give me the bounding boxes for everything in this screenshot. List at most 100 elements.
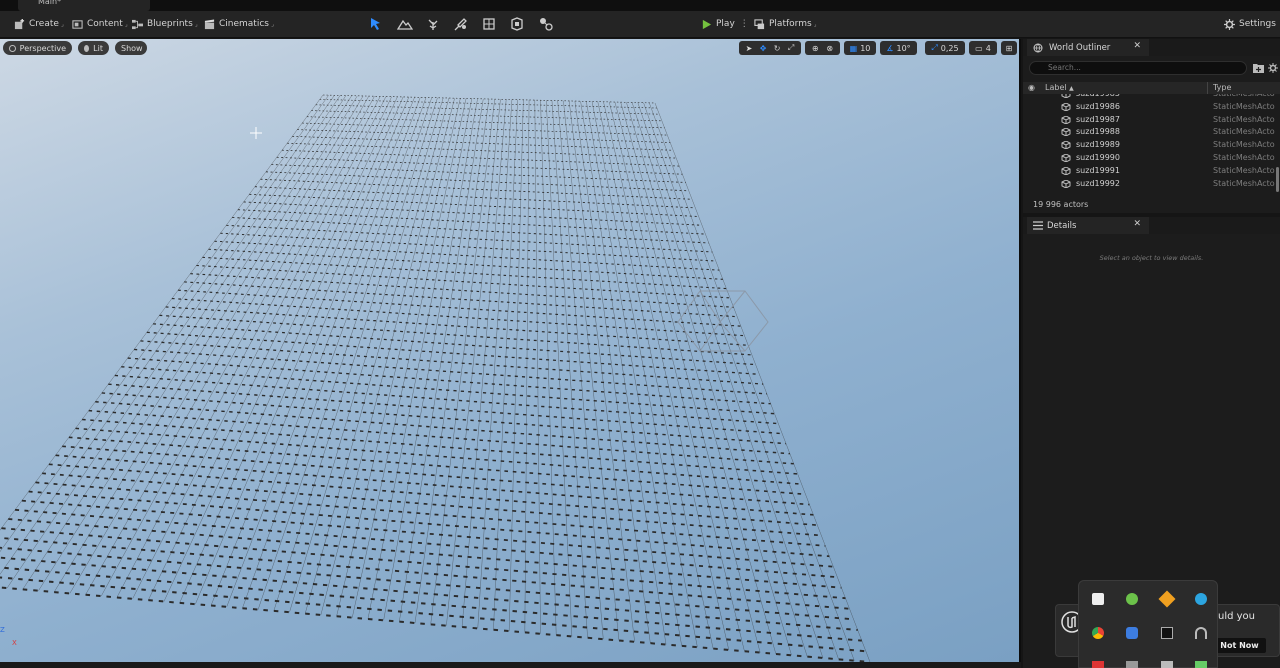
animation-mode-icon[interactable] [538, 16, 554, 32]
rotation-snap-button[interactable]: ∡ 10° [880, 41, 917, 55]
content-button[interactable]: Content ⌟ [72, 15, 128, 33]
tray-chrome-icon[interactable] [1092, 627, 1104, 639]
cinematics-button[interactable]: Cinematics ⌟ [204, 15, 274, 33]
table-row[interactable]: suzd19988 StaticMeshActo [1023, 126, 1280, 139]
landscape-mode-icon[interactable] [397, 16, 413, 32]
perspective-button[interactable]: Perspective [3, 41, 72, 55]
camera-speed-value: 4 [985, 43, 991, 53]
mesh-row [0, 576, 866, 653]
row-label: suzd19991 [1076, 165, 1120, 175]
outliner-scrollbar[interactable] [1276, 167, 1279, 192]
content-label: Content [87, 19, 123, 29]
translate-tool-icon[interactable]: ✥ [760, 44, 767, 53]
col-type-header[interactable]: Type [1213, 83, 1231, 92]
tray-speaker-icon[interactable] [1161, 661, 1173, 668]
tray-nvidia-icon[interactable] [1195, 661, 1207, 668]
brush-edit-icon[interactable] [509, 16, 525, 32]
row-type: StaticMeshActo [1213, 153, 1275, 162]
row-type: StaticMeshActo [1213, 101, 1275, 111]
angle-icon: ∡ [886, 43, 894, 53]
grid-snap-button[interactable]: ▦ 10 [844, 41, 876, 55]
rotation-snap-value: 10° [896, 43, 911, 53]
settings-button[interactable]: Settings [1224, 15, 1276, 33]
table-row[interactable]: suzd19991 StaticMeshActo [1023, 165, 1280, 178]
mesh-column [631, 102, 808, 657]
blueprint-icon [132, 19, 143, 29]
platforms-label: Platforms [769, 19, 812, 29]
tray-wifi-icon[interactable] [1195, 627, 1207, 639]
table-row[interactable]: suzd19989 StaticMeshActo [1023, 139, 1280, 152]
level-viewport[interactable]: Perspective Lit Show ➤ ✥ ↻ ⤢ ⊕ ⊗ ▦ 10 ∡ 10… [0, 39, 1021, 662]
sort-ascending-icon: ▲ [1069, 85, 1074, 92]
mesh-column [637, 102, 824, 659]
viewport-layout-button[interactable]: ⊞ [1001, 41, 1017, 55]
mesh-row [0, 586, 871, 662]
static-mesh-icon [1061, 141, 1071, 150]
visibility-eye-icon[interactable]: ◉ [1028, 83, 1035, 92]
not-now-button[interactable]: Not Now [1213, 638, 1266, 653]
tray-app-icon[interactable] [1126, 661, 1138, 668]
tray-avast-icon[interactable] [1158, 590, 1176, 608]
platforms-button[interactable]: Platforms ⌟ [754, 15, 816, 33]
mesh-column [591, 101, 698, 648]
select-tool-icon[interactable]: ➤ [746, 44, 753, 53]
outliner-settings-gear-icon[interactable] [1268, 63, 1278, 73]
world-outliner-tab[interactable]: World Outliner ✕ [1027, 39, 1149, 56]
col-label-header[interactable]: Label ▲ [1045, 83, 1074, 92]
mesh-column [22, 95, 347, 590]
mesh-column [414, 98, 490, 624]
scale-snap-button[interactable]: ⤢ 0,25 [925, 41, 965, 55]
table-row[interactable]: suzd19992 StaticMeshActo [1023, 178, 1280, 191]
row-label: suzd19992 [1076, 178, 1120, 188]
tray-red-app-icon[interactable] [1092, 661, 1104, 668]
world-space-icon[interactable]: ⊕ [812, 44, 819, 53]
rotate-tool-icon[interactable]: ↻ [774, 44, 781, 53]
table-row[interactable]: suzd19987 StaticMeshActo [1023, 114, 1280, 127]
blueprints-button[interactable]: Blueprints ⌟ [132, 15, 198, 33]
tray-shield-icon[interactable] [1092, 593, 1104, 605]
details-tab[interactable]: Details ✕ [1027, 217, 1149, 234]
scale-tool-icon[interactable]: ⤢ [788, 43, 794, 53]
level-tab-main[interactable]: Main* [18, 0, 150, 11]
fracture-icon[interactable] [481, 16, 497, 32]
surface-snap-icon[interactable]: ⊗ [826, 44, 833, 53]
table-row[interactable]: suzd19990 StaticMeshActo [1023, 152, 1280, 165]
actor-count-label: 19 996 actors [1033, 200, 1089, 209]
outliner-column-header: ◉ Label ▲ Type [1023, 82, 1280, 94]
lit-button[interactable]: Lit [78, 41, 109, 55]
table-row[interactable]: suzd19986 StaticMeshActo [1023, 101, 1280, 114]
chevron-down-icon: ⌟ [270, 20, 274, 28]
select-mode-icon[interactable] [368, 16, 384, 32]
row-label: suzd19988 [1076, 127, 1120, 137]
transform-tools: ➤ ✥ ↻ ⤢ [739, 41, 801, 55]
row-type: StaticMeshActo [1213, 140, 1275, 150]
create-button[interactable]: Create ⌟ [14, 15, 64, 33]
play-icon [702, 19, 712, 29]
chevron-down-icon: ⌟ [194, 20, 198, 28]
table-row[interactable]: suzd19985 StaticMeshActo [1023, 94, 1280, 101]
close-icon[interactable]: ✕ [1133, 41, 1141, 51]
play-button[interactable]: Play ⋮ [701, 15, 749, 33]
unreal-editor-window: Main* Create ⌟ Content ⌟ Blueprints ⌟ Cinem… [0, 0, 1280, 668]
tray-epic-icon[interactable] [1161, 627, 1173, 639]
foliage-mode-icon[interactable] [425, 16, 441, 32]
tray-cloud-icon[interactable] [1126, 627, 1138, 639]
settings-label: Settings [1239, 19, 1276, 29]
add-folder-icon[interactable] [1253, 63, 1264, 73]
row-label: suzd19987 [1076, 114, 1120, 124]
show-button[interactable]: Show [115, 41, 147, 55]
system-tray-overflow [1078, 580, 1218, 668]
outliner-search-input[interactable] [1029, 61, 1247, 75]
mesh-paint-icon[interactable] [453, 16, 469, 32]
clapperboard-icon [204, 18, 215, 29]
kebab-menu-icon[interactable]: ⋮ [740, 19, 749, 29]
close-icon[interactable]: ✕ [1133, 219, 1141, 229]
mesh-column [574, 101, 651, 644]
mesh-column [242, 97, 427, 609]
camera-speed-button[interactable]: ▭ 4 [969, 41, 997, 55]
mesh-column [524, 99, 530, 633]
tray-telegram-icon[interactable] [1195, 593, 1207, 605]
level-tab-strip: Main* [0, 0, 1280, 11]
tray-torrent-icon[interactable] [1126, 593, 1138, 605]
row-label: suzd19985 [1076, 94, 1120, 98]
